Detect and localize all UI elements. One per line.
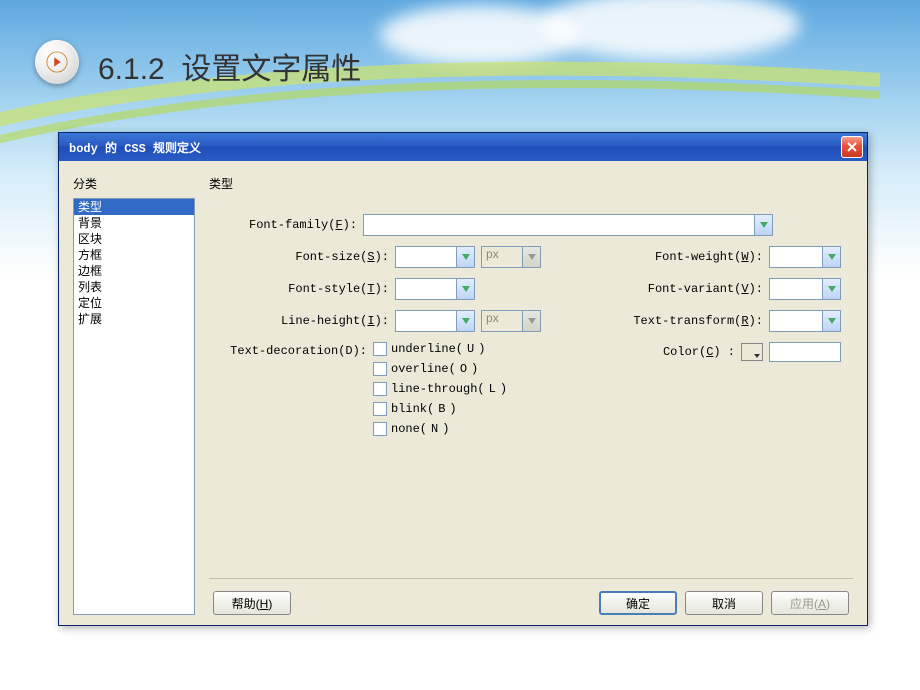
checkbox[interactable]	[373, 402, 387, 416]
color-label: Color(C) :	[663, 345, 735, 359]
text-transform-label: Text-transform(R):	[633, 314, 763, 328]
cancel-button[interactable]: 取消	[685, 591, 763, 615]
color-picker-swatch[interactable]	[741, 343, 763, 361]
category-label: 分类	[73, 175, 195, 192]
checkbox[interactable]	[373, 342, 387, 356]
section-badge	[35, 40, 79, 84]
cloud-decoration	[540, 0, 800, 60]
line-height-combo[interactable]	[395, 310, 475, 332]
chevron-down-icon	[522, 311, 540, 331]
chevron-down-icon	[522, 247, 540, 267]
chevron-down-icon[interactable]	[822, 279, 840, 299]
apply-button: 应用(A)	[771, 591, 849, 615]
font-family-label: Font-family(F):	[249, 218, 357, 232]
font-size-combo[interactable]	[395, 246, 475, 268]
help-button[interactable]: 帮助(H)	[213, 591, 291, 615]
chevron-down-icon[interactable]	[822, 311, 840, 331]
ok-button[interactable]: 确定	[599, 591, 677, 615]
category-item-extensions[interactable]: 扩展	[74, 311, 194, 327]
category-item-block[interactable]: 区块	[74, 231, 194, 247]
css-rule-dialog: body 的 CSS 规则定义 分类 类型 背景 区块 方框 边框 列表 定位 …	[58, 132, 868, 626]
checkbox[interactable]	[373, 362, 387, 376]
page-title: 6.1.2 设置文字属性	[98, 44, 361, 88]
category-item-border[interactable]: 边框	[74, 263, 194, 279]
category-item-type[interactable]: 类型	[74, 199, 194, 215]
font-weight-label: Font-weight(W):	[655, 250, 763, 264]
decoration-underline[interactable]: underline(U)	[373, 342, 507, 356]
chevron-down-icon[interactable]	[822, 247, 840, 267]
category-item-background[interactable]: 背景	[74, 215, 194, 231]
decoration-none[interactable]: none(N)	[373, 422, 507, 436]
chevron-down-icon[interactable]	[754, 215, 772, 235]
text-transform-combo[interactable]	[769, 310, 841, 332]
chevron-down-icon[interactable]	[456, 247, 474, 267]
text-decoration-label: Text-decoration(D):	[221, 342, 373, 358]
checkbox[interactable]	[373, 382, 387, 396]
dialog-title: body 的 CSS 规则定义	[69, 139, 201, 156]
chevron-down-icon[interactable]	[456, 311, 474, 331]
dialog-titlebar[interactable]: body 的 CSS 规则定义	[59, 133, 867, 161]
font-variant-label: Font-variant(V):	[648, 282, 763, 296]
font-style-label: Font-style(T):	[288, 282, 389, 296]
decoration-overline[interactable]: overline(O)	[373, 362, 507, 376]
decoration-line-through[interactable]: line-through(L)	[373, 382, 507, 396]
chevron-down-icon[interactable]	[456, 279, 474, 299]
line-height-label: Line-height(I):	[281, 314, 389, 328]
font-weight-combo[interactable]	[769, 246, 841, 268]
close-button[interactable]	[841, 136, 863, 158]
decoration-blink[interactable]: blink(B)	[373, 402, 507, 416]
category-list[interactable]: 类型 背景 区块 方框 边框 列表 定位 扩展	[73, 198, 195, 615]
category-item-box[interactable]: 方框	[74, 247, 194, 263]
category-item-list[interactable]: 列表	[74, 279, 194, 295]
font-variant-combo[interactable]	[769, 278, 841, 300]
line-height-unit-combo: px	[481, 310, 541, 332]
category-item-positioning[interactable]: 定位	[74, 295, 194, 311]
section-label: 类型	[209, 175, 853, 192]
font-size-label: Font-size(S):	[295, 250, 389, 264]
color-input[interactable]	[769, 342, 841, 362]
font-family-combo[interactable]	[363, 214, 773, 236]
checkbox[interactable]	[373, 422, 387, 436]
font-style-combo[interactable]	[395, 278, 475, 300]
font-size-unit-combo: px	[481, 246, 541, 268]
